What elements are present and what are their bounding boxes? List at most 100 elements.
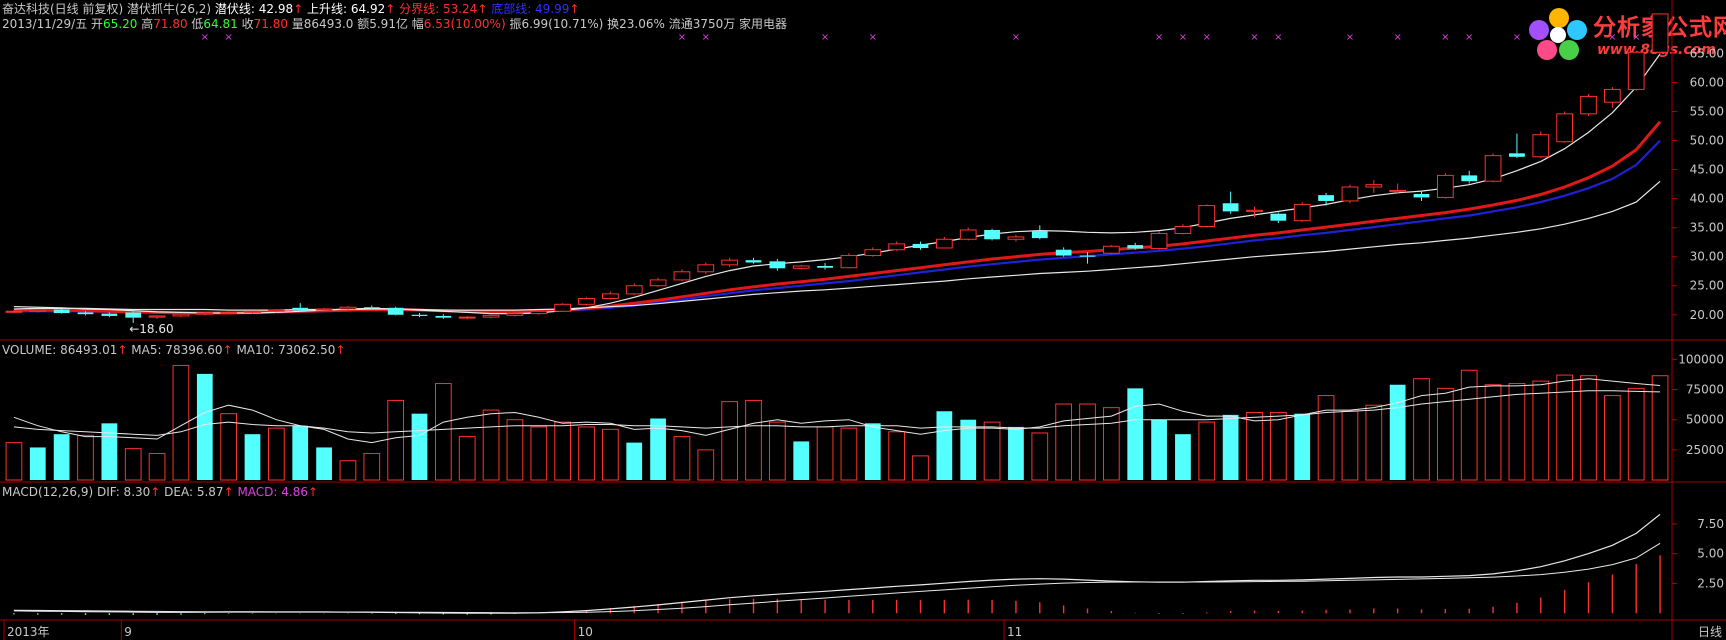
volume-bar	[1556, 374, 1574, 481]
candle-body	[220, 311, 238, 314]
volume-bar	[530, 426, 548, 481]
candle-body	[1413, 193, 1430, 198]
volume-bar	[267, 427, 285, 481]
candle-body	[1198, 205, 1216, 227]
volume-bar	[1341, 410, 1359, 481]
y-tick-label: 50000	[1686, 413, 1724, 427]
candle-body	[482, 314, 500, 318]
candle-body	[1293, 203, 1311, 222]
macd-dea-line	[13, 542, 1661, 614]
candle-body	[339, 306, 357, 310]
signal-marker: ×	[1155, 32, 1163, 43]
volume-bar	[1175, 434, 1191, 480]
candle-body	[1461, 175, 1478, 182]
volume-bar	[220, 413, 238, 481]
candle-body	[769, 261, 786, 269]
volume-bar	[912, 455, 929, 481]
y-tick-label: 60.00	[1690, 75, 1724, 89]
candle-body	[53, 309, 70, 314]
volume-bar	[1246, 411, 1263, 481]
signal-marker: ×	[1513, 32, 1521, 43]
volume-bar	[1079, 403, 1096, 481]
signal-marker: ×	[702, 32, 710, 43]
volume-bar	[1365, 404, 1383, 481]
volume-bar	[936, 411, 953, 480]
price-line-rising	[13, 53, 1661, 315]
y-tick-label: 2.50	[1697, 576, 1724, 590]
candle-body	[458, 316, 476, 319]
price-line-latent	[13, 180, 1661, 311]
volume-bar	[673, 436, 691, 481]
volume-bar	[1031, 432, 1049, 481]
candle-body	[673, 271, 691, 281]
candle-body	[1270, 213, 1287, 221]
y-tick-label: 25000	[1686, 443, 1724, 457]
y-tick-label: 100000	[1678, 352, 1724, 366]
y-tick-label: 7.50	[1697, 517, 1724, 531]
volume-bar	[1389, 384, 1406, 480]
volume-bar	[1127, 388, 1144, 480]
signal-marker: ×	[1393, 32, 1401, 43]
volume-bar	[816, 426, 834, 481]
volume-bar	[697, 449, 715, 481]
volume-bar	[458, 436, 476, 481]
candle-body	[29, 309, 47, 312]
candle-body	[625, 285, 643, 295]
volume-bar	[626, 442, 643, 480]
candle-body	[935, 238, 953, 249]
signal-marker: ×	[678, 32, 686, 43]
candle-body	[984, 229, 1000, 240]
candle-body	[888, 243, 906, 251]
candle-body	[1174, 225, 1192, 234]
volume-bar	[339, 460, 357, 481]
volume-bar	[840, 427, 858, 481]
volume-bar	[1008, 426, 1024, 480]
signal-marker: ×	[1608, 32, 1616, 43]
candle-body	[1079, 255, 1096, 257]
candle-body	[1436, 174, 1454, 198]
signal-marker: ×	[1012, 32, 1020, 43]
period-label: 日线	[1698, 625, 1722, 639]
candle-body	[1341, 186, 1359, 202]
volume-bar	[793, 441, 810, 480]
candle-body	[792, 265, 810, 269]
candle-body	[745, 260, 762, 263]
candle-body	[267, 309, 285, 312]
candle-body	[77, 312, 94, 315]
candle-body	[1603, 88, 1621, 103]
candle-body	[1484, 155, 1502, 182]
candle-body	[721, 259, 739, 266]
candle-body	[1509, 153, 1525, 157]
y-tick-label: 40.00	[1690, 192, 1724, 206]
candle-body	[101, 313, 118, 316]
volume-bar	[1269, 411, 1287, 481]
candle-body	[363, 307, 380, 309]
signal-marker: ×	[1632, 32, 1640, 43]
volume-bar	[745, 399, 762, 481]
volume-bar	[983, 421, 1001, 481]
candle-body	[387, 307, 404, 315]
y-tick-label: 20.00	[1690, 308, 1724, 322]
signal-marker: ×	[1274, 32, 1282, 43]
candle-body	[506, 313, 524, 316]
x-tick-label: 10	[578, 625, 593, 639]
candle-body	[125, 312, 142, 318]
signal-marker: ×	[1441, 32, 1449, 43]
macd-dif-line	[13, 513, 1661, 614]
candle-body	[1532, 134, 1550, 158]
candle-body	[148, 315, 166, 318]
y-tick-label: 75000	[1686, 383, 1724, 397]
y-tick-label: 25.00	[1690, 279, 1724, 293]
volume-bar	[1317, 395, 1335, 481]
candle-body	[435, 315, 452, 318]
volume-bar	[124, 448, 142, 481]
y-tick-label: 35.00	[1690, 221, 1724, 235]
volume-bar	[1198, 421, 1216, 481]
volume-bar	[363, 452, 381, 481]
volume-bar	[77, 434, 94, 481]
y-tick-label: 50.00	[1690, 134, 1724, 148]
volume-bar	[5, 442, 23, 481]
candle-body	[1127, 245, 1144, 249]
candle-body	[601, 293, 619, 300]
candle-body	[1651, 13, 1669, 53]
